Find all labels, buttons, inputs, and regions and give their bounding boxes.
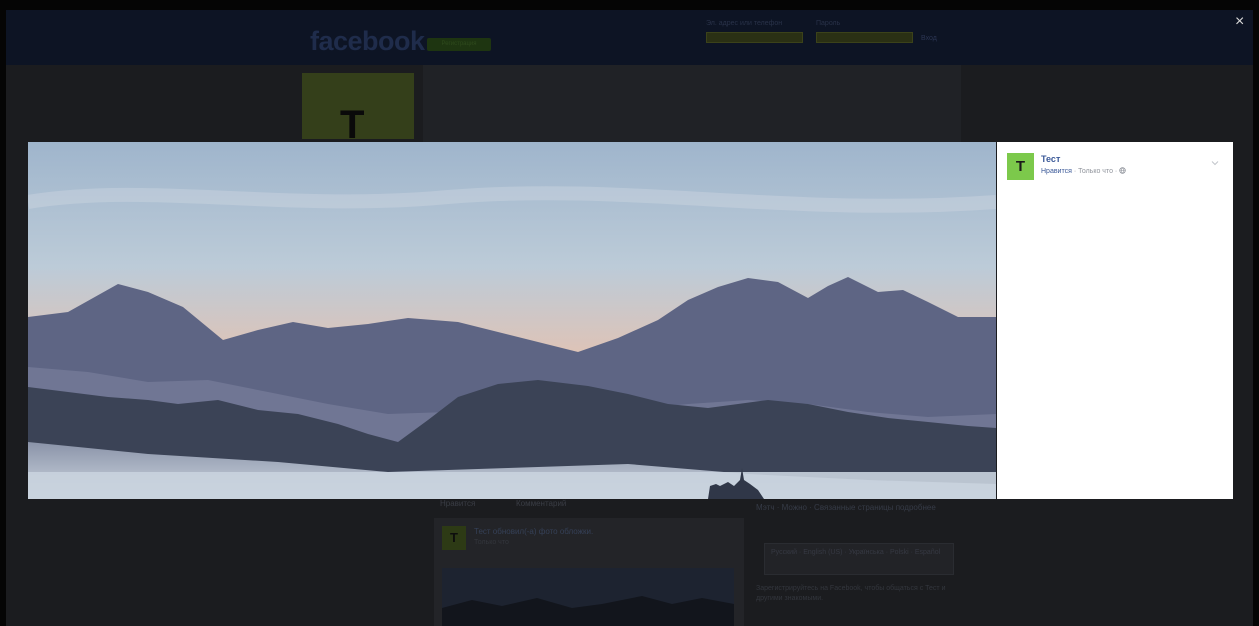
sidebar-links[interactable]: Мэтч · Можно · Связанные страницы подроб… (756, 502, 966, 513)
facebook-logo: facebook (310, 26, 425, 56)
login-button[interactable]: Вход (921, 33, 951, 44)
language-selector[interactable]: Русский · English (US) · Українська · Po… (764, 543, 954, 575)
post-meta: Нравится · Только что · (1041, 167, 1126, 175)
post-author-name[interactable]: Тест (474, 527, 491, 536)
signup-button[interactable]: Регистрация (427, 38, 491, 51)
sidebar-note: Зарегистрируйтесь на Facebook, чтобы общ… (756, 585, 946, 602)
action-bar: Нравится Комментарий (426, 499, 746, 513)
facebook-header: facebook Регистрация Эл. адрес или телеф… (6, 10, 1253, 65)
post-card: T Тест обновил(-а) фото обложки. Только … (434, 518, 744, 626)
photo-info-panel: T Тест Нравится · Только что · (997, 142, 1233, 499)
author-avatar[interactable]: T (1007, 153, 1034, 180)
photo-viewer-image[interactable] (28, 142, 996, 499)
sidebar: Мэтч · Можно · Связанные страницы подроб… (756, 502, 966, 626)
password-label: Пароль (816, 20, 841, 27)
post-author: Тест обновил(-а) фото обложки. (474, 527, 593, 536)
post-time[interactable]: Только что (474, 539, 509, 546)
password-field[interactable] (816, 32, 913, 43)
like-action[interactable]: Нравится (440, 499, 475, 508)
comment-action[interactable]: Комментарий (516, 499, 566, 508)
cover-area (423, 65, 961, 145)
like-link[interactable]: Нравится (1041, 168, 1072, 175)
post-avatar[interactable]: T (442, 526, 466, 550)
globe-icon (1119, 167, 1126, 175)
post-photo-thumbnail[interactable] (442, 568, 734, 626)
post-timestamp[interactable]: Только что (1078, 168, 1113, 175)
close-icon[interactable]: × (1235, 14, 1244, 30)
email-label: Эл. адрес или телефон (706, 20, 783, 27)
chevron-down-icon[interactable] (1211, 154, 1219, 166)
profile-picture[interactable]: T (302, 73, 414, 147)
author-name[interactable]: Тест (1041, 154, 1060, 164)
email-field[interactable] (706, 32, 803, 43)
post-author-suffix: обновил(-а) фото обложки. (492, 527, 594, 536)
